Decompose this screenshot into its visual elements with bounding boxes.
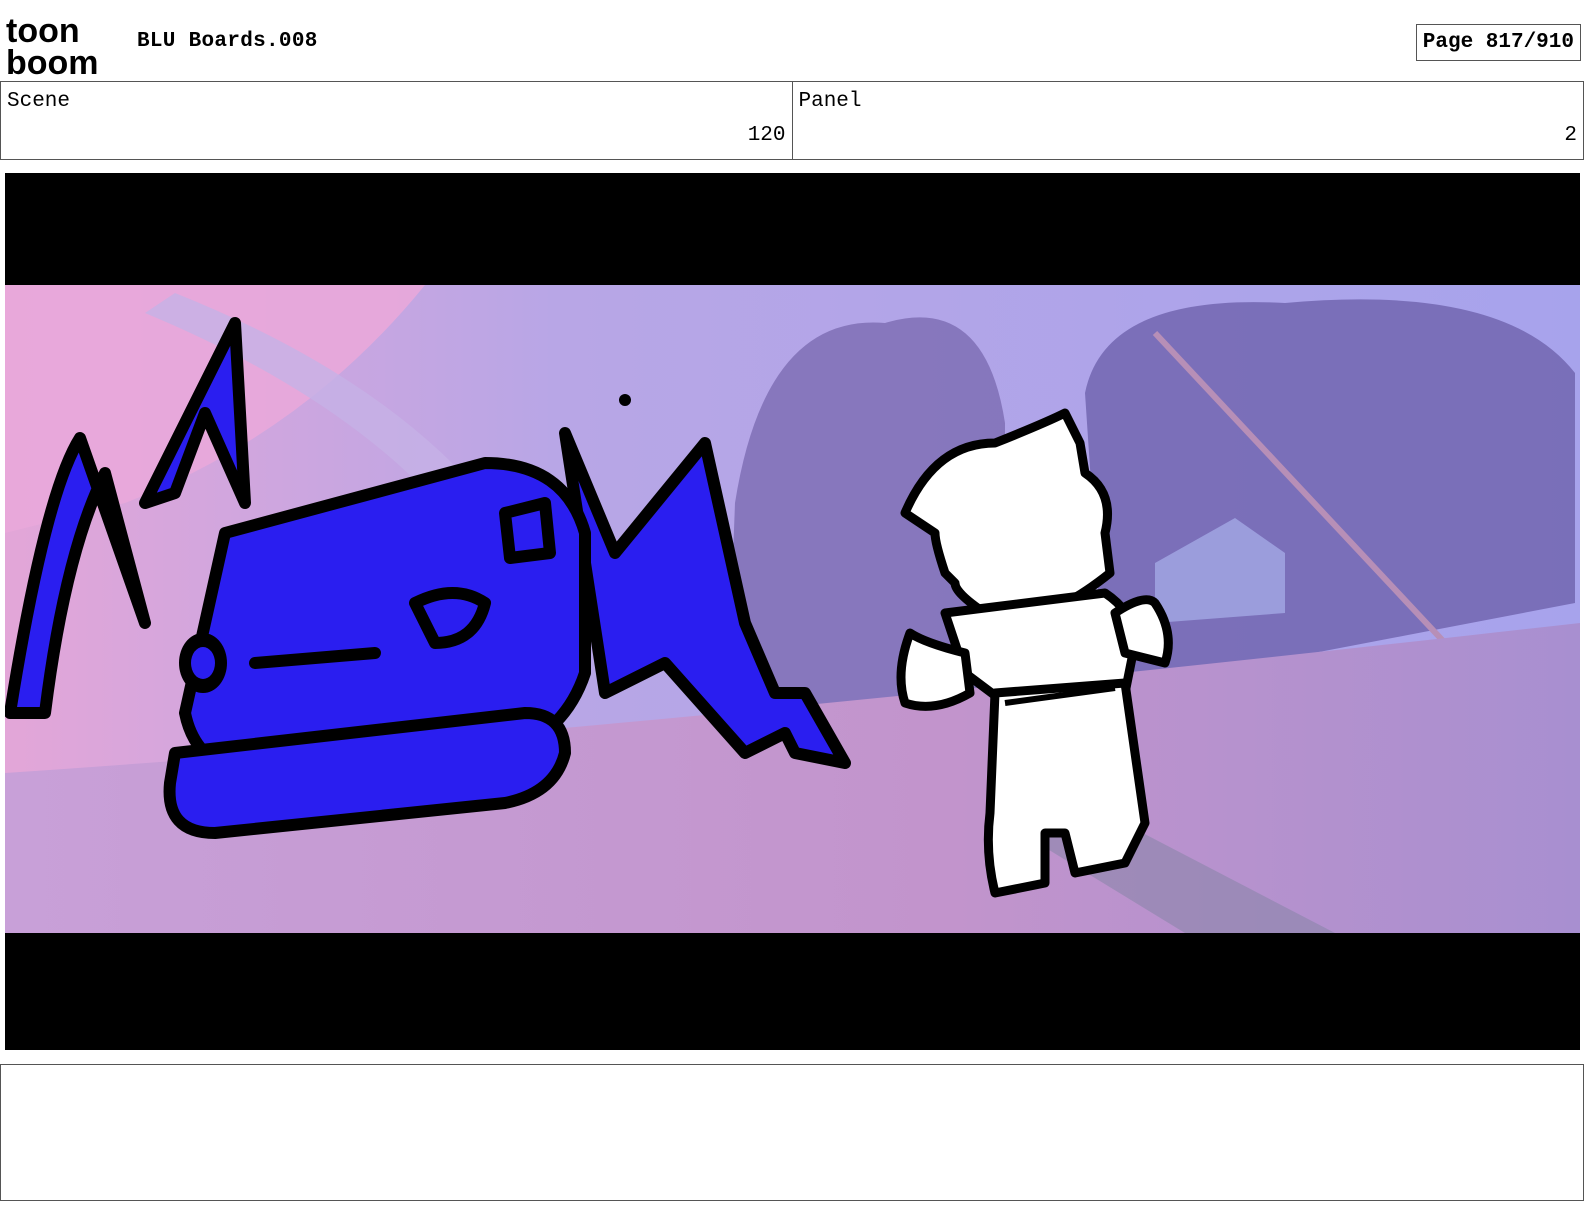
header: toon boom BLU Boards.008 Page 817/910 — [0, 0, 1584, 82]
page-indicator: Page 817/910 — [1415, 24, 1581, 61]
character-arm-right — [1110, 595, 1173, 668]
board-title: BLU Boards.008 — [137, 30, 318, 53]
panel-cell: Panel 2 — [791, 82, 1584, 159]
panel-label: Panel — [798, 90, 862, 113]
panel-value: 2 — [1564, 124, 1577, 147]
notes-area — [0, 1064, 1584, 1201]
scene-panel-row: Scene 120 Panel 2 — [0, 81, 1584, 160]
scene-cell: Scene 120 — [0, 82, 792, 159]
scene-label: Scene — [7, 90, 71, 113]
storyboard-drawing — [5, 285, 1580, 933]
robot-panel — [499, 497, 556, 564]
storyboard-frame — [5, 173, 1580, 1050]
scene-value: 120 — [747, 124, 786, 147]
ink-dot — [619, 394, 631, 406]
robot-wheel-hub — [191, 647, 215, 679]
toon-boom-logo: toon boom — [6, 12, 99, 76]
svg-text:boom: boom — [6, 44, 99, 76]
